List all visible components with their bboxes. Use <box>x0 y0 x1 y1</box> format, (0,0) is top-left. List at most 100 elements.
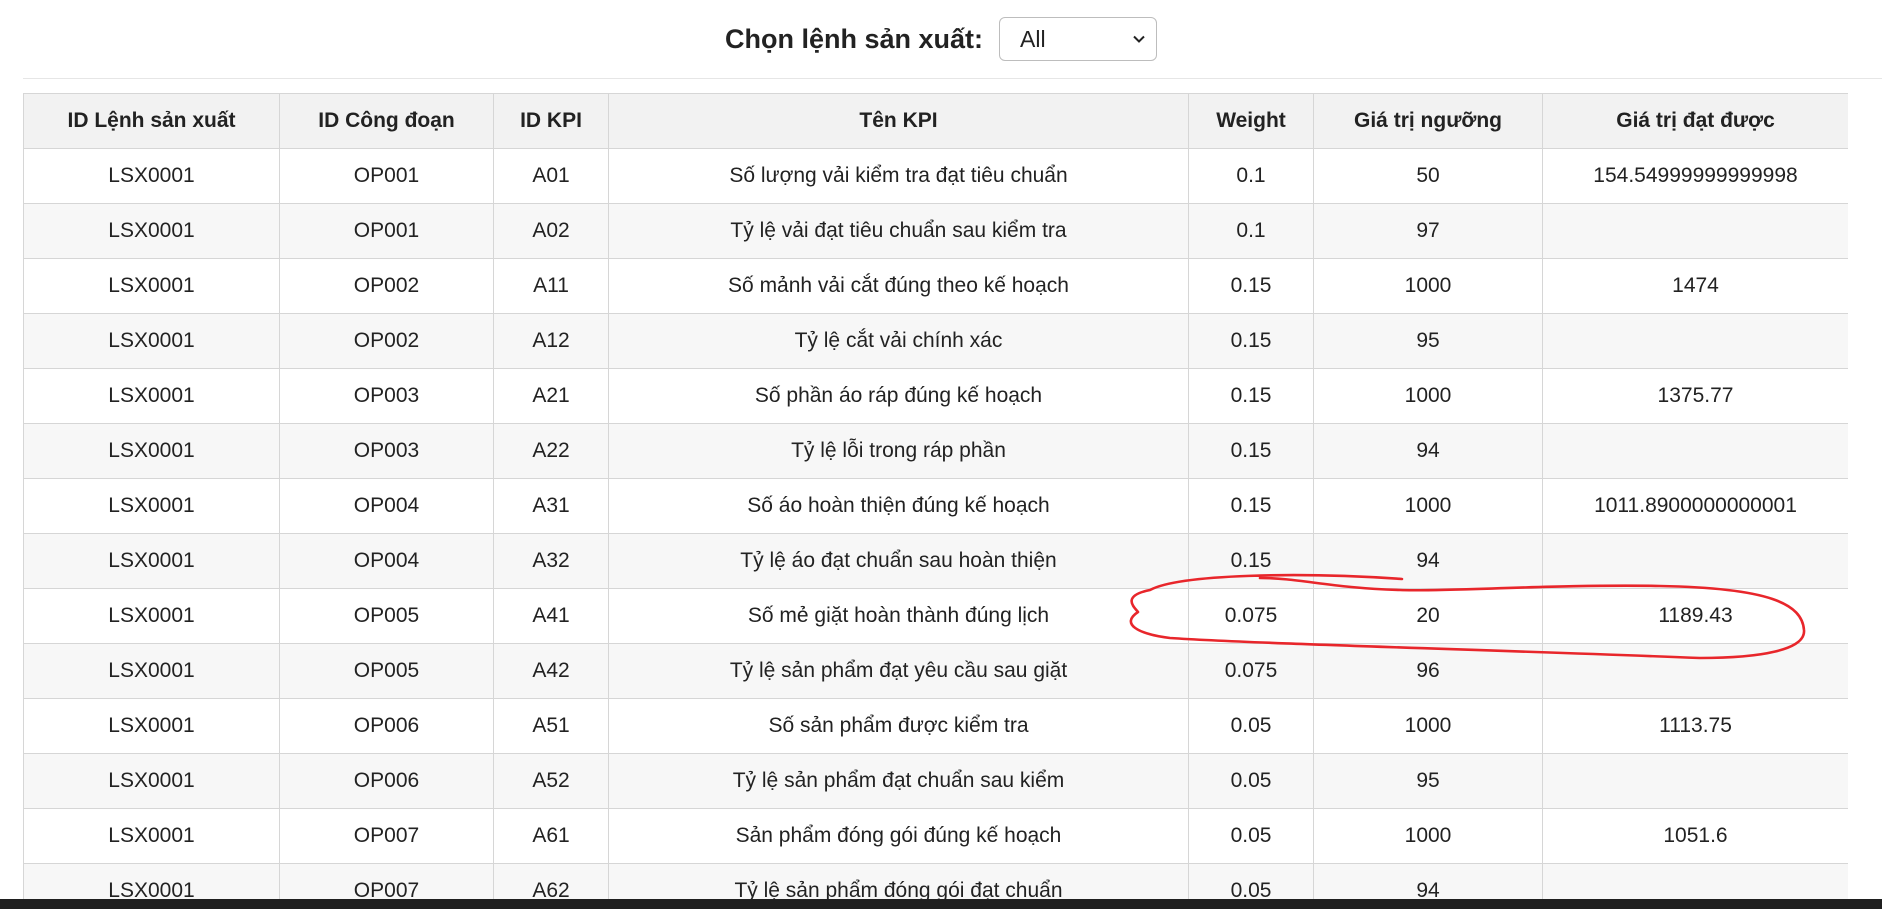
table-cell: 0.15 <box>1188 423 1314 479</box>
table-cell: OP003 <box>279 423 494 479</box>
table-cell: Số phần áo ráp đúng kế hoạch <box>608 368 1189 424</box>
table-row: LSX0001 OP001 A01 Số lượng vải kiểm tra đạt… <box>23 148 1848 204</box>
filter-bar: Chọn lệnh sản xuất: All <box>0 0 1882 78</box>
table-row: LSX0001 OP004 A32 Tỷ lệ áo đạt chuẩn sau ho… <box>23 533 1848 589</box>
table-cell: LSX0001 <box>23 753 280 809</box>
table-row: LSX0001 OP007 A62 Tỷ lệ sản phẩm đóng gói đ… <box>23 863 1848 899</box>
table-cell: Tỷ lệ sản phẩm đạt yêu cầu sau giặt <box>608 643 1189 699</box>
table-cell: A01 <box>493 148 609 204</box>
table-cell: 96 <box>1313 643 1543 699</box>
header-cell[interactable]: Tên KPI <box>608 93 1189 149</box>
table-cell: LSX0001 <box>23 643 280 699</box>
table-cell: LSX0001 <box>23 203 280 259</box>
table-row: LSX0001 OP002 A12 Tỷ lệ cắt vải chính xác 0.… <box>23 313 1848 369</box>
table-cell: 1189.43 <box>1542 588 1848 644</box>
table-cell: A11 <box>493 258 609 314</box>
header-cell[interactable]: Giá trị ngưỡng <box>1313 93 1543 149</box>
table-cell: LSX0001 <box>23 698 280 754</box>
table-row: LSX0001 OP002 A11 Số mảnh vải cắt đúng theo… <box>23 258 1848 314</box>
select-value: All <box>1020 25 1046 52</box>
table-cell: 20 <box>1313 588 1543 644</box>
table-cell: 0.05 <box>1188 808 1314 864</box>
window-bottom-edge <box>0 899 1882 909</box>
table-cell: Số lượng vải kiểm tra đạt tiêu chuẩn <box>608 148 1189 204</box>
table-cell: 0.15 <box>1188 478 1314 534</box>
filter-label: Chọn lệnh sản xuất: <box>724 23 984 54</box>
table-cell: Tỷ lệ vải đạt tiêu chuẩn sau kiểm tra <box>608 203 1189 259</box>
table-cell: 0.1 <box>1188 148 1314 204</box>
table-cell: OP001 <box>279 148 494 204</box>
table-cell: 0.05 <box>1188 753 1314 809</box>
table-cell <box>1542 203 1848 259</box>
table-cell: 0.15 <box>1188 258 1314 314</box>
table-cell: A61 <box>493 808 609 864</box>
table-cell: 0.15 <box>1188 533 1314 589</box>
table-cell: LSX0001 <box>23 313 280 369</box>
table-cell: A31 <box>493 478 609 534</box>
table-row: LSX0001 OP001 A02 Tỷ lệ vải đạt tiêu chuẩn … <box>23 203 1848 259</box>
table-cell <box>1542 533 1848 589</box>
table-row: LSX0001 OP006 A52 Tỷ lệ sản phẩm đạt chuẩn … <box>23 753 1848 809</box>
table-cell <box>1542 753 1848 809</box>
table-cell <box>1542 863 1848 899</box>
table-cell: LSX0001 <box>23 863 280 899</box>
table-cell <box>1542 313 1848 369</box>
table-cell: Số sản phẩm được kiểm tra <box>608 698 1189 754</box>
table-cell: Tỷ lệ áo đạt chuẩn sau hoàn thiện <box>608 533 1189 589</box>
table-cell: 1051.6 <box>1542 808 1848 864</box>
table-row: LSX0001 OP003 A22 Tỷ lệ lỗi trong ráp phần 0… <box>23 423 1848 479</box>
table-cell: A41 <box>493 588 609 644</box>
table-cell: A12 <box>493 313 609 369</box>
table-row: LSX0001 OP004 A31 Số áo hoàn thiện đúng kế … <box>23 478 1848 534</box>
table-cell: 95 <box>1313 313 1543 369</box>
table-row: LSX0001 OP007 A61 Sản phẩm đóng gói đúng kế… <box>23 808 1848 864</box>
table-cell: A21 <box>493 368 609 424</box>
table-cell: A51 <box>493 698 609 754</box>
table-cell: 94 <box>1313 533 1543 589</box>
table-cell: A22 <box>493 423 609 479</box>
table-cell: Tỷ lệ cắt vải chính xác <box>608 313 1189 369</box>
table-cell <box>1542 643 1848 699</box>
table-cell: OP006 <box>279 698 494 754</box>
table-cell: 97 <box>1313 203 1543 259</box>
header-cell[interactable]: ID KPI <box>493 93 609 149</box>
table-cell: 1000 <box>1313 698 1543 754</box>
table-cell: OP005 <box>279 588 494 644</box>
table-cell: 1375.77 <box>1542 368 1848 424</box>
table-cell: LSX0001 <box>23 148 280 204</box>
table-row: LSX0001 OP003 A21 Số phần áo ráp đúng kế ho… <box>23 368 1848 424</box>
table-cell: 1000 <box>1313 368 1543 424</box>
table-cell: LSX0001 <box>23 258 280 314</box>
table-cell: Số mảnh vải cắt đúng theo kế hoạch <box>608 258 1189 314</box>
table-cell: A52 <box>493 753 609 809</box>
chevron-down-icon <box>1133 35 1145 43</box>
table-cell: 0.1 <box>1188 203 1314 259</box>
table-cell: 154.54999999999998 <box>1542 148 1848 204</box>
table-cell: OP001 <box>279 203 494 259</box>
header-cell[interactable]: Weight <box>1188 93 1314 149</box>
table-row: LSX0001 OP006 A51 Số sản phẩm được kiểm tra… <box>23 698 1848 754</box>
header-cell[interactable]: Giá trị đạt được <box>1542 93 1848 149</box>
table-cell: OP002 <box>279 313 494 369</box>
table-cell: Tỷ lệ sản phẩm đạt chuẩn sau kiểm <box>608 753 1189 809</box>
table-cell: Tỷ lệ sản phẩm đóng gói đạt chuẩn <box>608 863 1189 899</box>
table-cell: 94 <box>1313 423 1543 479</box>
table-cell: A02 <box>493 203 609 259</box>
table-cell: 95 <box>1313 753 1543 809</box>
table-cell: 0.075 <box>1188 588 1314 644</box>
table-cell: LSX0001 <box>23 423 280 479</box>
header-cell[interactable]: ID Lệnh sản xuất <box>23 93 280 149</box>
table-cell: A32 <box>493 533 609 589</box>
header-cell[interactable]: ID Công đoạn <box>279 93 494 149</box>
table-cell: 94 <box>1313 863 1543 899</box>
table-cell: LSX0001 <box>23 368 280 424</box>
table-cell <box>1542 423 1848 479</box>
table-cell: Số áo hoàn thiện đúng kế hoạch <box>608 478 1189 534</box>
table-cell: Số mẻ giặt hoàn thành đúng lịch <box>608 588 1189 644</box>
table-cell: 1000 <box>1313 478 1543 534</box>
production-order-select[interactable]: All <box>999 17 1158 61</box>
table-header-row: ID Lệnh sản xuất ID Công đoạn ID KPI Tên… <box>23 93 1848 149</box>
table-cell: 0.075 <box>1188 643 1314 699</box>
table-cell: 1011.8900000000001 <box>1542 478 1848 534</box>
table-cell: A42 <box>493 643 609 699</box>
